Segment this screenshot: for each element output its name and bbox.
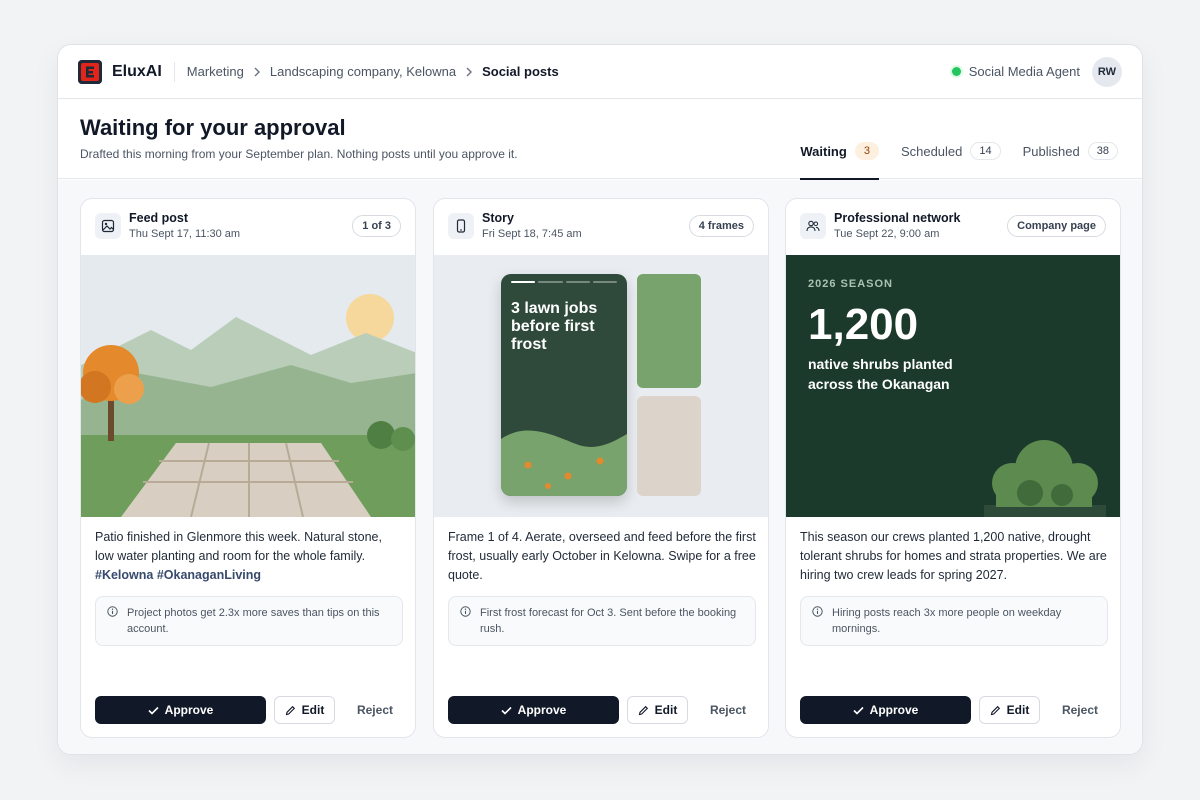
tab-scheduled[interactable]: Scheduled 14 [901,133,1001,179]
insight-tip: First frost forecast for Oct 3. Sent bef… [448,596,756,646]
story-frame-2-thumbnail[interactable] [637,274,701,388]
edit-label: Edit [1006,703,1030,717]
reject-button[interactable]: Reject [357,703,393,717]
post-type: Story [482,211,514,225]
image-icon [95,213,121,239]
pencil-icon [285,705,295,715]
approve-button[interactable]: Approve [448,696,619,724]
insight-text: First frost forecast for Oct 3. Sent bef… [480,607,737,635]
card-header: Professional network Tue Sept 22, 9:00 a… [786,199,1120,255]
approve-label: Approve [517,703,567,717]
chevron-right-icon [465,67,473,77]
tab-label: Scheduled [900,144,963,159]
edit-button[interactable]: Edit [274,696,335,724]
post-badge: 4 frames [688,215,754,237]
post-badge: Company page [1007,215,1106,237]
app-window: EluxAI Marketing Landscaping company, Ke… [57,44,1143,755]
brand-name: EluxAI [112,62,162,80]
post-card-feed: Feed post Thu Sept 17, 11:30 am 1 of 3 P… [80,198,416,738]
insight-text: Project photos get 2.3x more saves than … [127,607,380,635]
card-actions: Approve Edit Reject [800,696,1108,724]
approve-label: Approve [164,703,214,717]
logo-icon [78,59,102,84]
story-frame-1[interactable]: 3 lawn jobs before first frost [501,274,627,496]
post-hashtags: #Kelowna #OkanaganLiving [95,568,262,582]
agent-name: Social Media Agent [968,64,1080,79]
post-image-patio [81,255,415,517]
pencil-icon [638,705,648,715]
approval-board: Feed post Thu Sept 17, 11:30 am 1 of 3 P… [58,180,1142,754]
chevron-right-icon [253,67,261,77]
approve-button[interactable]: Approve [95,696,266,724]
logo[interactable] [78,59,102,84]
edit-button[interactable]: Edit [627,696,688,724]
status-dot [951,67,961,76]
insight-tip: Project photos get 2.3x more saves than … [95,596,403,646]
tab-published[interactable]: Published 38 [1023,133,1118,179]
post-badge: 1 of 3 [352,215,401,237]
pencil-icon [990,705,1000,715]
insight-tip: Hiring posts reach 3x more people on wee… [800,596,1108,646]
phone-icon [448,213,474,239]
reject-button[interactable]: Reject [1062,703,1098,717]
post-card-story: Story Fri Sept 18, 7:45 am 4 frames 3 la… [433,198,769,738]
post-card-network: Professional network Tue Sept 22, 9:00 a… [785,198,1121,738]
page-title: Waiting for your approval [80,115,346,140]
approve-button[interactable]: Approve [800,696,971,724]
tab-count-badge: 14 [970,142,1001,160]
shrub-illustration [984,440,1106,517]
edit-label: Edit [654,703,678,717]
info-icon [812,606,823,622]
check-icon [148,706,159,715]
info-icon [107,606,118,622]
approve-label: Approve [869,703,919,717]
post-type: Feed post [129,211,189,225]
card-header: Feed post Thu Sept 17, 11:30 am 1 of 3 [81,199,415,255]
post-caption-text: Patio finished in Glenmore this week. Na… [95,530,382,563]
page-subtitle: Drafted this morning from your September… [80,147,518,161]
reject-button[interactable]: Reject [710,703,746,717]
check-icon [853,706,864,715]
tab-waiting[interactable]: Waiting 3 [800,133,879,180]
tab-label: Published [1022,144,1080,159]
network-graphic: 2026 SEASON 1,200 native shrubs planted … [786,255,1120,517]
status-tabs: Waiting 3 Scheduled 14 Published 38 [800,133,1118,180]
breadcrumb-company[interactable]: Landscaping company, Kelowna [270,64,456,79]
story-frame-3-thumbnail[interactable] [637,396,701,496]
post-date: Tue Sept 22, 9:00 am [834,228,940,240]
users-icon [800,213,826,239]
post-date: Fri Sept 18, 7:45 am [482,228,582,240]
breadcrumb-marketing[interactable]: Marketing [187,64,244,79]
tab-label: Waiting [800,144,847,159]
tab-count-badge: 38 [1087,142,1118,160]
breadcrumb-current: Social posts [482,64,559,79]
post-caption: This season our crews planted 1,200 nati… [800,530,1107,582]
card-header: Story Fri Sept 18, 7:45 am 4 frames [434,199,768,255]
edit-label: Edit [301,703,325,717]
patio-illustration [81,255,415,517]
post-caption: Patio finished in Glenmore this week. Na… [95,528,403,585]
post-type: Professional network [834,211,961,225]
page-header: Waiting for your approval Drafted this m… [58,99,1142,180]
agent-status: Social Media Agent RW [951,56,1122,87]
post-date: Thu Sept 17, 11:30 am [129,228,241,240]
edit-button[interactable]: Edit [979,696,1040,724]
story-preview: 3 lawn jobs before first frost [434,255,768,517]
card-actions: Approve Edit Reject [95,696,403,724]
post-caption: Frame 1 of 4. Aerate, overseed and feed … [448,530,756,582]
info-icon [460,606,471,622]
avatar[interactable]: RW [1092,56,1122,87]
insight-text: Hiring posts reach 3x more people on wee… [832,607,1062,635]
lawn-illustration [501,430,627,496]
top-bar: EluxAI Marketing Landscaping company, Ke… [58,45,1142,99]
check-icon [501,706,512,715]
tab-count-badge: 3 [854,142,879,160]
divider [173,61,175,82]
card-actions: Approve Edit Reject [448,696,756,724]
